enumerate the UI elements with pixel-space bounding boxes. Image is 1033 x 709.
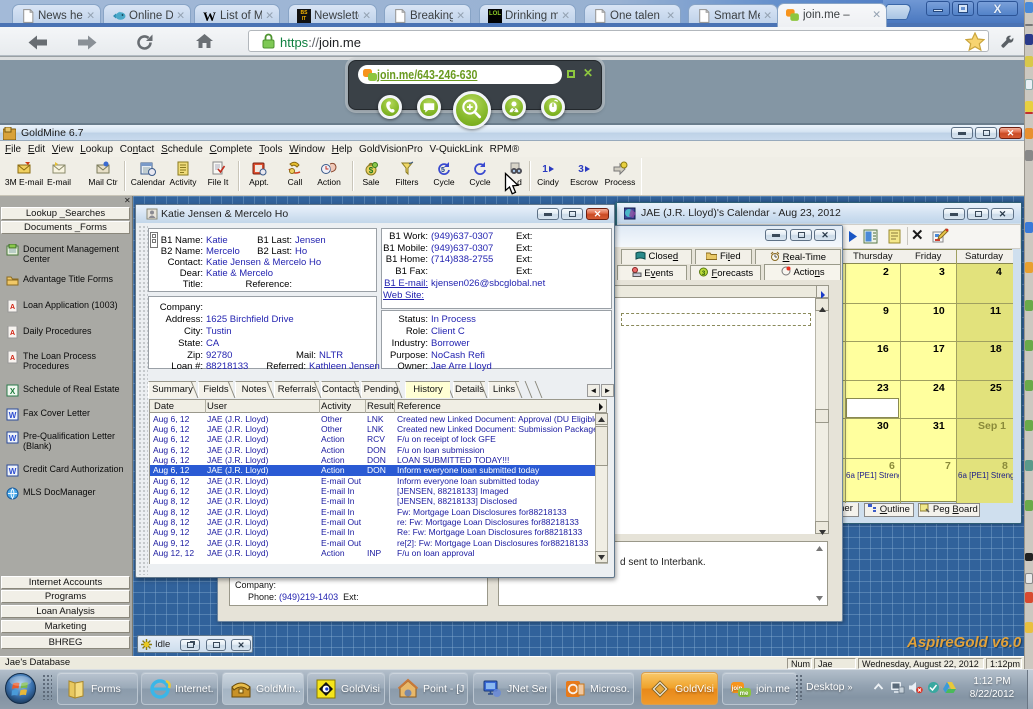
svg-text:A: A <box>10 355 15 362</box>
svg-text:me: me <box>740 691 749 697</box>
svg-text:A: A <box>10 330 15 337</box>
svg-text:W: W <box>9 434 17 443</box>
svg-text:W: W <box>9 411 17 420</box>
svg-text:A: A <box>10 304 15 311</box>
svg-text:$: $ <box>369 166 374 175</box>
svg-text:5: 5 <box>441 167 445 174</box>
svg-text:3: 3 <box>578 164 584 175</box>
svg-text:1: 1 <box>542 164 548 175</box>
svg-text:X: X <box>10 387 16 396</box>
svg-text:W: W <box>9 467 17 476</box>
